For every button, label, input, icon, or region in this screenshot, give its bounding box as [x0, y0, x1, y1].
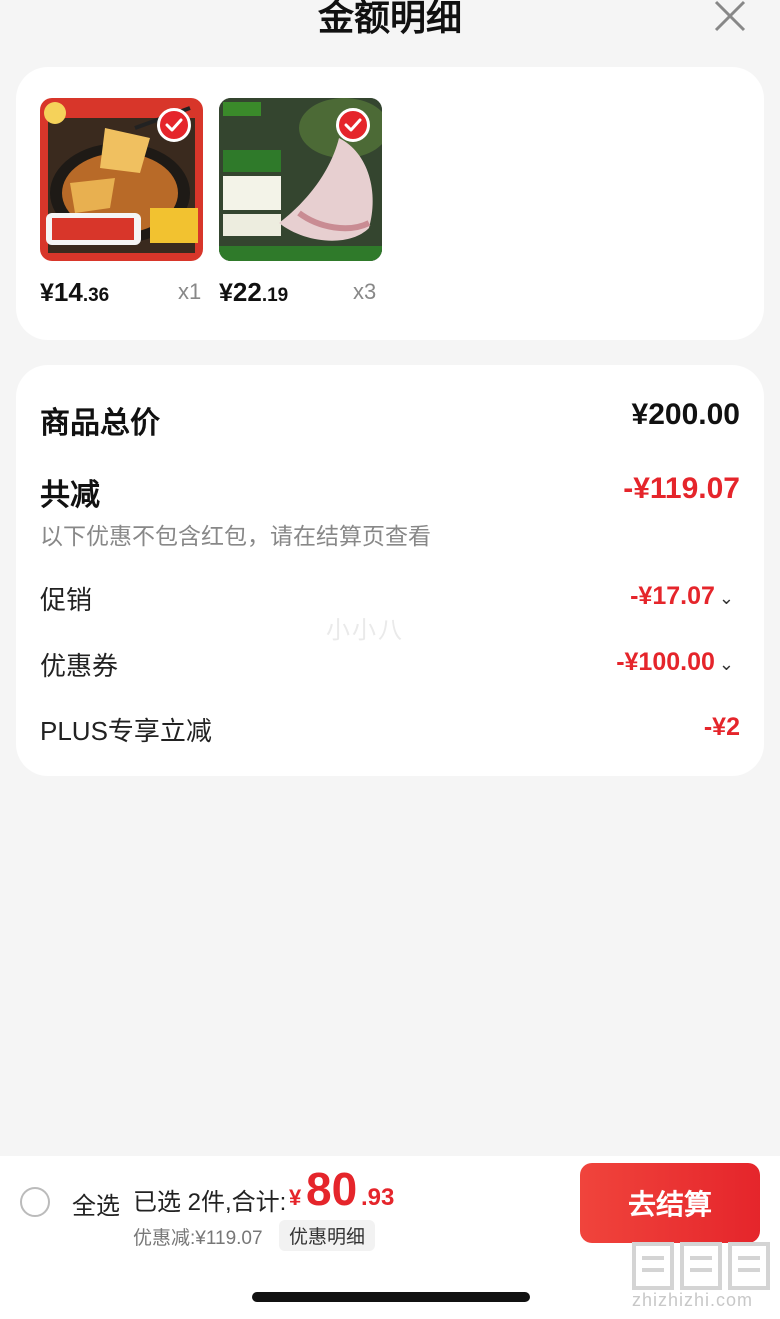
product-price: ¥22.19	[219, 277, 289, 307]
discount-total-text: 优惠减:¥119.07	[133, 1228, 263, 1249]
radio-icon[interactable]	[20, 1187, 50, 1217]
total-amount-int: 80	[306, 1163, 358, 1215]
discount-note: 以下优惠不包含红包，请在结算页查看	[40, 523, 431, 549]
product-quantity: x1	[178, 279, 202, 304]
watermark-text: 小小八	[326, 617, 404, 644]
site-url: zhizhizhi.com	[632, 1290, 754, 1310]
site-logo	[628, 1238, 773, 1298]
price-summary-card: 商品总价 ¥200.00 共减 -¥119.07 以下优惠不包含红包，请在结算页…	[16, 365, 764, 776]
checkout-button[interactable]: 去结算	[580, 1163, 760, 1243]
select-all-label[interactable]: 全选	[72, 1186, 120, 1221]
promo-row[interactable]: -¥17.07 ⌄	[630, 582, 734, 611]
close-icon[interactable]	[710, 0, 750, 36]
check-icon[interactable]	[157, 108, 191, 142]
goods-total-label: 商品总价	[40, 407, 160, 440]
promo-value: -¥17.07	[630, 582, 715, 610]
page-title: 金额明细	[317, 0, 462, 38]
chevron-down-icon[interactable]: ⌄	[719, 588, 734, 609]
plus-label: PLUS专享立减	[40, 716, 212, 746]
discount-detail-button[interactable]: 优惠明细	[279, 1220, 376, 1251]
total-reduce-value: -¥119.07	[623, 472, 740, 505]
product-quantity: x3	[353, 279, 377, 304]
product-card: ¥14.36 x1 ¥22.19 x3	[16, 67, 764, 340]
coupon-value: -¥100.00	[616, 648, 715, 676]
home-indicator	[252, 1292, 530, 1302]
chevron-down-icon[interactable]: ⌄	[719, 654, 734, 675]
coupon-label: 优惠券	[40, 651, 119, 681]
promo-label: 促销	[40, 585, 93, 615]
total-amount-dec: .93	[361, 1184, 395, 1211]
total-currency: ¥	[289, 1185, 302, 1210]
check-icon[interactable]	[336, 108, 370, 142]
coupon-row[interactable]: -¥100.00 ⌄	[616, 648, 734, 677]
goods-total-value: ¥200.00	[631, 398, 740, 431]
plus-value: -¥2	[703, 713, 740, 741]
product-price: ¥14.36	[40, 277, 110, 307]
total-reduce-label: 共减	[40, 479, 100, 512]
selected-count-text: 已选 2件,合计:	[133, 1189, 287, 1216]
